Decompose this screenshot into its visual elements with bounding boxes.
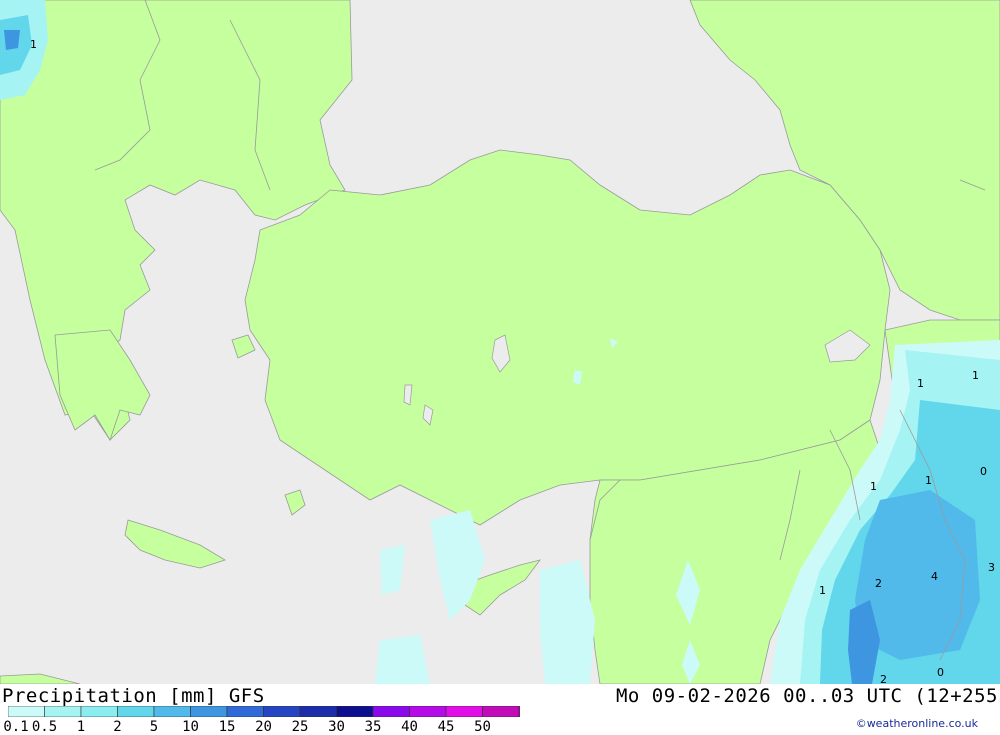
scale-swatch xyxy=(153,706,191,717)
scale-swatch xyxy=(336,706,374,717)
scale-swatch xyxy=(409,706,447,717)
value-label: 1 xyxy=(819,584,826,597)
value-label: 1 xyxy=(917,377,924,390)
value-label: 4 xyxy=(931,570,938,583)
value-label: 0 xyxy=(980,465,987,478)
value-label: 2 xyxy=(880,673,887,684)
scale-swatch xyxy=(44,706,82,717)
scale-swatch xyxy=(190,706,228,717)
scale-swatch xyxy=(8,706,45,717)
scale-swatch xyxy=(299,706,337,717)
value-label: 1 xyxy=(870,480,877,493)
scale-swatch xyxy=(263,706,301,717)
credit-link[interactable]: ©weatheronline.co.uk xyxy=(856,717,978,730)
color-scale xyxy=(8,706,520,717)
chart-title: Precipitation [mm] GFS xyxy=(2,685,265,707)
scale-swatch xyxy=(482,706,520,717)
value-label: 0 xyxy=(937,666,944,679)
scale-swatch xyxy=(226,706,264,717)
value-label: 3 xyxy=(988,561,995,574)
value-label: 1 xyxy=(925,474,932,487)
scale-swatch xyxy=(117,706,155,717)
precip-northwest-peak xyxy=(4,30,20,50)
value-label: 1 xyxy=(972,369,979,382)
value-label: 1 xyxy=(30,38,37,51)
scale-swatch xyxy=(372,706,410,717)
precipitation-map: 1 1 1 0 1 1 1 2 4 3 0 2 xyxy=(0,0,1000,684)
valid-time: Mo 09-02-2026 00..03 UTC (12+255 xyxy=(615,685,998,707)
scale-swatch xyxy=(80,706,118,717)
scale-swatch xyxy=(445,706,483,717)
scale-swatch xyxy=(518,706,520,717)
value-label: 2 xyxy=(875,577,882,590)
